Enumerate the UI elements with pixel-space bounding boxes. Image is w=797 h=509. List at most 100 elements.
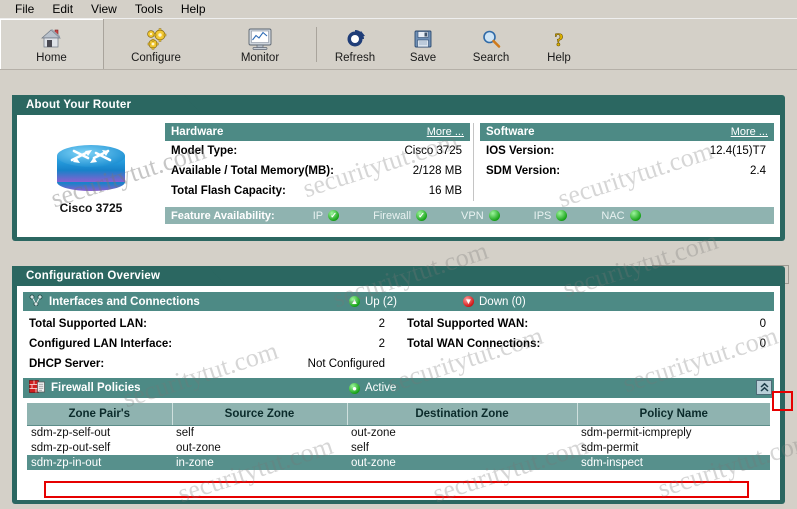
green-active-icon: ● xyxy=(349,382,360,394)
cell-policy-name: sdm-permit-icmpreply xyxy=(577,425,770,440)
firewall-policies-table: Zone Pair's Source Zone Destination Zone… xyxy=(27,403,770,470)
menu-item-edit[interactable]: Edit xyxy=(43,1,82,17)
firewall-status: ● Active xyxy=(349,382,396,394)
interfaces-up-label: Up (2) xyxy=(365,295,397,308)
toolbar-button-help[interactable]: ? Help xyxy=(525,19,593,72)
software-row-ios-value: 12.4(15)T7 xyxy=(709,145,766,157)
interfaces-row-wan-connections: Total WAN Connections: 0 xyxy=(401,334,774,354)
software-row-ios: IOS Version: 12.4(15)T7 xyxy=(480,141,774,161)
feature-availability-label: Feature Availability: xyxy=(171,209,275,222)
cell-zone-pair: sdm-zp-out-self xyxy=(27,440,172,455)
software-more-link[interactable]: More ... xyxy=(731,126,768,138)
green-check-icon: ✓ xyxy=(328,210,340,221)
software-row-sdm-value: 2.4 xyxy=(750,165,766,177)
cell-destination-zone: out-zone xyxy=(347,455,577,470)
software-title: Software xyxy=(486,126,535,138)
table-row[interactable]: sdm-zp-in-out in-zone out-zone sdm-inspe… xyxy=(27,455,770,470)
hardware-box: Hardware More ... Model Type: Cisco 3725… xyxy=(165,123,470,201)
interfaces-up-status: ▲ Up (2) xyxy=(349,296,397,308)
table-row[interactable]: sdm-zp-out-self out-zone self sdm-permit xyxy=(27,440,770,455)
green-dot-icon xyxy=(488,210,500,221)
green-check-icon: ✓ xyxy=(416,210,428,221)
firewall-icon xyxy=(29,380,45,396)
feature-ips: IPS xyxy=(534,210,568,222)
menu-item-view[interactable]: View xyxy=(82,1,126,17)
green-dot-icon xyxy=(556,210,568,221)
green-up-icon: ▲ xyxy=(349,296,360,307)
toolbar-button-monitor[interactable]: Monitor xyxy=(208,19,312,72)
cell-zone-pair: sdm-zp-in-out xyxy=(27,455,172,470)
hardware-row-model-value: Cisco 3725 xyxy=(404,145,462,157)
router-device-block: Cisco 3725 xyxy=(17,115,165,237)
feature-firewall-label: Firewall xyxy=(373,209,412,222)
interfaces-icon xyxy=(29,294,43,309)
interfaces-row-configured-lan-value: 2 xyxy=(378,338,385,350)
interfaces-row-dhcp-value: Not Configured xyxy=(307,358,385,370)
router-icon xyxy=(52,138,130,197)
feature-ip: IP ✓ xyxy=(312,209,340,222)
chevron-double-up-icon[interactable] xyxy=(756,380,772,395)
toolbar-button-search[interactable]: Search xyxy=(457,19,525,72)
cell-source-zone: self xyxy=(172,425,347,440)
menu-bar: File Edit View Tools Help xyxy=(0,0,797,18)
menu-item-tools[interactable]: Tools xyxy=(126,1,172,17)
column-header-zone-pairs[interactable]: Zone Pair's xyxy=(27,403,173,426)
toolbar-label-refresh: Refresh xyxy=(334,52,376,64)
cell-zone-pair: sdm-zp-self-out xyxy=(27,425,172,440)
toolbar-separator xyxy=(316,27,317,62)
firewall-header: Firewall Policies ● Active xyxy=(23,378,774,398)
about-panel-divider xyxy=(473,123,474,201)
menu-item-file[interactable]: File xyxy=(6,1,43,17)
feature-vpn: VPN xyxy=(461,210,500,222)
feature-nac: NAC xyxy=(601,210,641,222)
hardware-row-flash: Total Flash Capacity: 16 MB xyxy=(165,181,470,201)
interfaces-row-total-wan-label: Total Supported WAN: xyxy=(407,318,529,330)
hardware-more-link[interactable]: More ... xyxy=(427,126,464,138)
table-header-row: Zone Pair's Source Zone Destination Zone… xyxy=(27,403,770,426)
feature-vpn-label: VPN xyxy=(461,209,484,222)
software-header: Software More ... xyxy=(480,123,774,141)
interfaces-row-total-wan: Total Supported WAN: 0 xyxy=(401,314,774,334)
interfaces-row-total-lan: Total Supported LAN: 2 xyxy=(23,314,393,334)
interfaces-and-connections-section: Interfaces and Connections ▲ Up (2) ▼ Do… xyxy=(23,292,774,372)
about-your-router-panel: About Your Router Cisco 3725 Hardware Mo… xyxy=(12,95,785,241)
menu-item-help[interactable]: Help xyxy=(172,1,215,17)
about-panel-title: About Your Router xyxy=(26,99,132,111)
table-row[interactable]: sdm-zp-self-out self out-zone sdm-permit… xyxy=(27,425,770,440)
toolbar-label-save: Save xyxy=(409,52,437,64)
green-dot-icon xyxy=(629,210,641,221)
feature-ip-label: IP xyxy=(312,209,324,222)
hardware-title: Hardware xyxy=(171,126,224,138)
hardware-row-flash-label: Total Flash Capacity: xyxy=(171,185,286,197)
interfaces-down-status: ▼ Down (0) xyxy=(463,296,526,308)
toolbar-label-home: Home xyxy=(36,52,67,64)
house-icon xyxy=(40,27,64,51)
toolbar-button-configure[interactable]: Configure xyxy=(104,19,208,72)
toolbar-button-save[interactable]: Save xyxy=(389,19,457,72)
hardware-header: Hardware More ... xyxy=(165,123,470,141)
interfaces-header: Interfaces and Connections ▲ Up (2) ▼ Do… xyxy=(23,292,774,311)
toolbar-button-home[interactable]: Home xyxy=(0,19,104,72)
column-header-policy-name[interactable]: Policy Name xyxy=(577,403,770,426)
column-header-source-zone[interactable]: Source Zone xyxy=(172,403,348,426)
hardware-row-flash-value: 16 MB xyxy=(428,185,462,197)
hardware-row-model: Model Type: Cisco 3725 xyxy=(165,141,470,161)
svg-text:?: ? xyxy=(554,30,564,50)
magnifier-icon xyxy=(480,27,502,51)
feature-ips-label: IPS xyxy=(533,209,552,222)
toolbar-label-help: Help xyxy=(547,52,571,64)
interfaces-row-total-lan-label: Total Supported LAN: xyxy=(29,318,147,330)
hardware-row-memory: Available / Total Memory(MB): 2/128 MB xyxy=(165,161,470,181)
cell-destination-zone: self xyxy=(347,440,577,455)
software-row-ios-label: IOS Version: xyxy=(486,145,555,157)
cyan-selection-underline xyxy=(45,481,745,483)
column-header-destination-zone[interactable]: Destination Zone xyxy=(347,403,578,426)
interfaces-row-total-wan-value: 0 xyxy=(759,318,766,330)
cell-source-zone: out-zone xyxy=(172,440,347,455)
hardware-row-memory-value: 2/128 MB xyxy=(412,165,462,177)
toolbar-button-refresh[interactable]: Refresh xyxy=(321,19,389,72)
software-row-sdm: SDM Version: 2.4 xyxy=(480,161,774,181)
toolbar-label-monitor: Monitor xyxy=(240,52,280,64)
interfaces-row-dhcp: DHCP Server: Not Configured xyxy=(23,354,393,374)
interfaces-title: Interfaces and Connections xyxy=(49,295,200,308)
